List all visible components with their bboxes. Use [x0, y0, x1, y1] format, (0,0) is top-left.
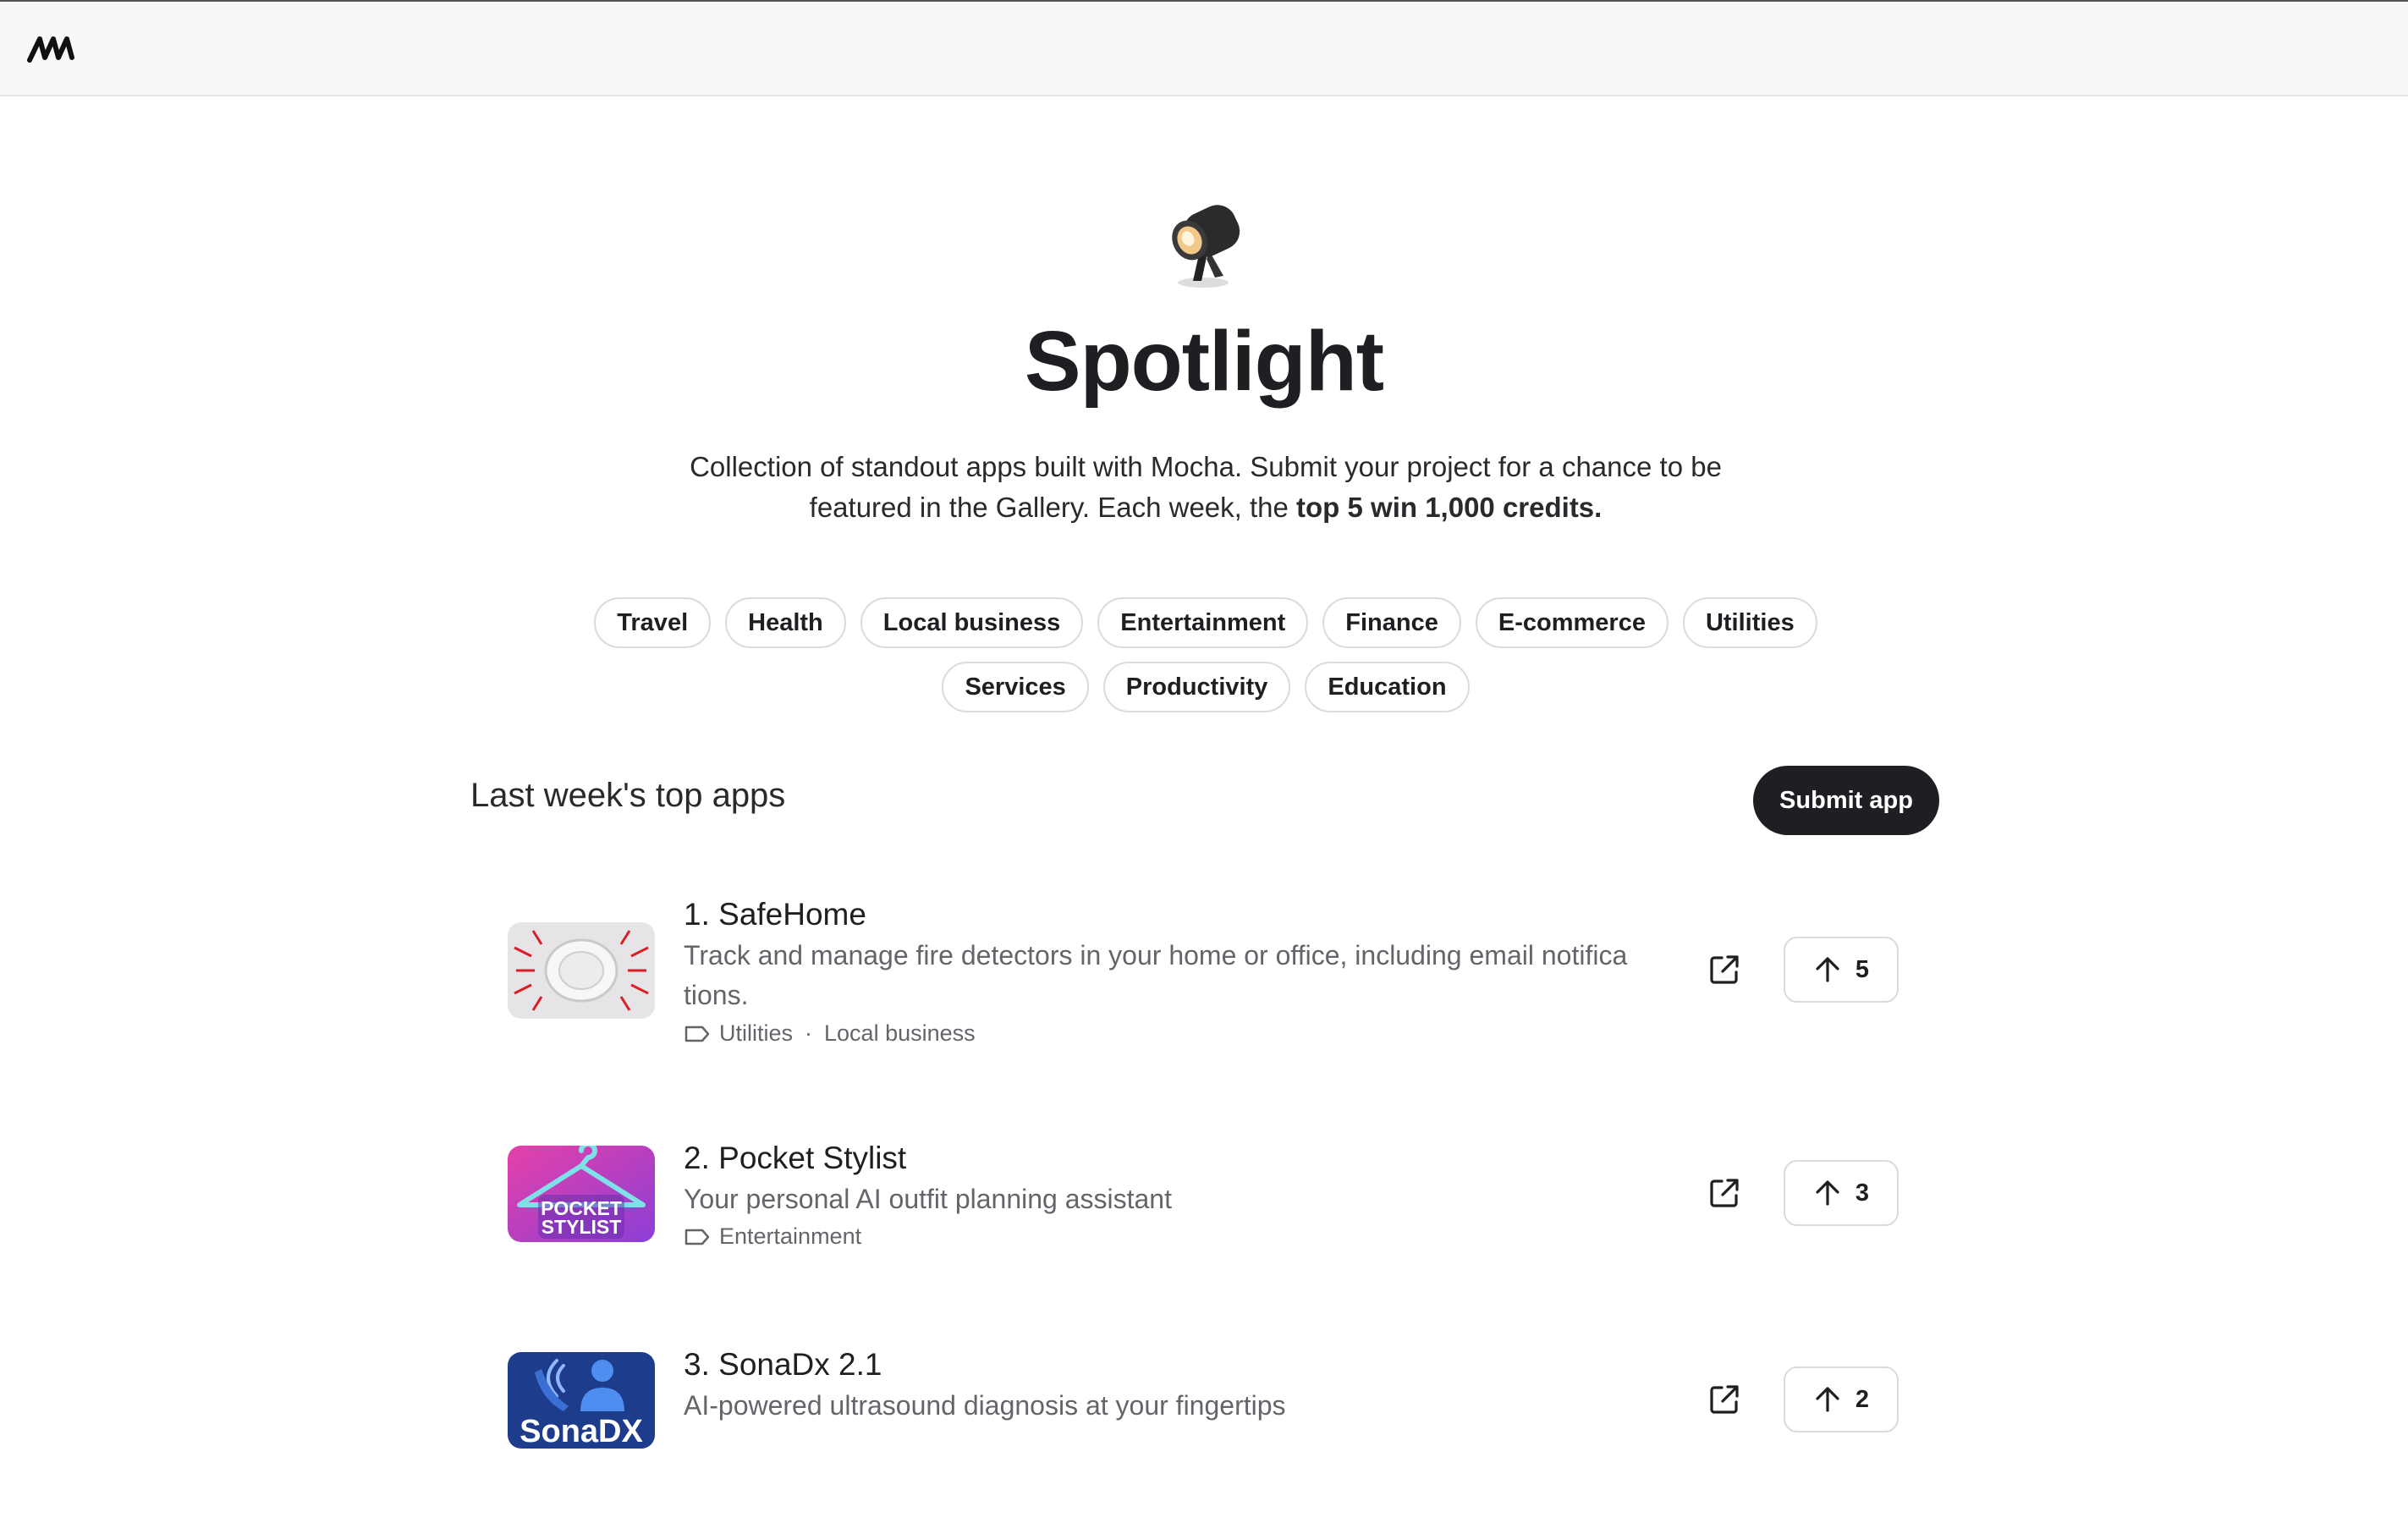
section-title: Last week's top apps	[470, 777, 786, 814]
app-tag: Utilities	[719, 1020, 794, 1046]
pocket-stylist-logo[interactable]: POCKET STYLIST	[508, 1146, 655, 1242]
app-description: AI-powered ultrasound diagnosis at your …	[684, 1390, 1286, 1421]
app-name[interactable]: 1. SafeHome	[684, 897, 866, 932]
app-tag: Local business	[824, 1020, 976, 1046]
app-description: Your personal AI outfit planning assista…	[684, 1184, 1172, 1214]
category-chip-utilities[interactable]: Utilities	[1682, 597, 1817, 648]
app-name[interactable]: 3. SonaDx 2.1	[684, 1347, 882, 1383]
smoke-detector-image[interactable]	[508, 922, 655, 1019]
page-subtitle: Collection of standout apps built with M…	[690, 451, 1722, 523]
app-list-item[interactable]: POCKET STYLIST 2. Pocket Stylist Your pe…	[508, 1141, 1904, 1284]
arrow-up-icon	[1816, 1387, 1839, 1412]
category-filters: Travel Health Local business Entertainme…	[592, 597, 1819, 712]
category-chip-e-commerce[interactable]: E-commerce	[1475, 597, 1669, 648]
upvote-button[interactable]: 2	[1784, 1366, 1899, 1432]
mocha-logo-icon[interactable]	[27, 32, 81, 66]
category-chip-entertainment[interactable]: Entertainment	[1097, 597, 1309, 648]
submit-app-button[interactable]: Submit app	[1753, 766, 1939, 835]
app-tag: Entertainment	[719, 1223, 862, 1249]
vote-count: 5	[1855, 955, 1870, 983]
category-chip-education[interactable]: Education	[1305, 662, 1470, 712]
external-link-icon[interactable]	[1707, 953, 1741, 987]
category-chip-travel[interactable]: Travel	[594, 597, 712, 648]
arrow-up-icon	[1816, 1180, 1839, 1206]
category-chip-local-business[interactable]: Local business	[860, 597, 1084, 648]
page-title: Spotlight	[1024, 314, 1384, 409]
top-bar	[0, 0, 2408, 96]
external-link-icon[interactable]	[1707, 1176, 1741, 1210]
category-chip-finance[interactable]: Finance	[1322, 597, 1461, 648]
external-link-icon[interactable]	[1707, 1383, 1741, 1416]
app-list-item[interactable]: 1. SafeHome Track and manage fire detect…	[508, 897, 1904, 1066]
tag-separator: ·	[805, 1020, 813, 1046]
arrow-up-icon	[1816, 957, 1839, 982]
spotlight-icon	[1172, 205, 1240, 288]
app-tags: Entertainment	[684, 1223, 861, 1250]
upvote-button[interactable]: 5	[1784, 937, 1899, 1003]
sonadx-logo[interactable]: SonaDX	[508, 1352, 655, 1449]
vote-count: 3	[1855, 1179, 1870, 1207]
category-chip-health[interactable]: Health	[725, 597, 846, 648]
upvote-button[interactable]: 3	[1784, 1160, 1899, 1226]
svg-text:STYLIST: STYLIST	[542, 1216, 622, 1238]
app-tags: Utilities · Local business	[684, 1020, 976, 1047]
tag-icon	[684, 1025, 710, 1042]
app-description: Track and manage fire detectors in your …	[684, 940, 1628, 1010]
category-chip-productivity[interactable]: Productivity	[1102, 662, 1291, 712]
subtitle-highlight: top 5 win 1,000 credits.	[1296, 492, 1603, 523]
vote-count: 2	[1855, 1385, 1870, 1413]
category-chip-services[interactable]: Services	[942, 662, 1089, 712]
svg-text:SonaDX: SonaDX	[520, 1414, 643, 1449]
app-name[interactable]: 2. Pocket Stylist	[684, 1141, 906, 1176]
tag-icon	[684, 1229, 710, 1245]
app-list-item[interactable]: SonaDX 3. SonaDx 2.1 AI-powered ultrasou…	[508, 1347, 1904, 1465]
